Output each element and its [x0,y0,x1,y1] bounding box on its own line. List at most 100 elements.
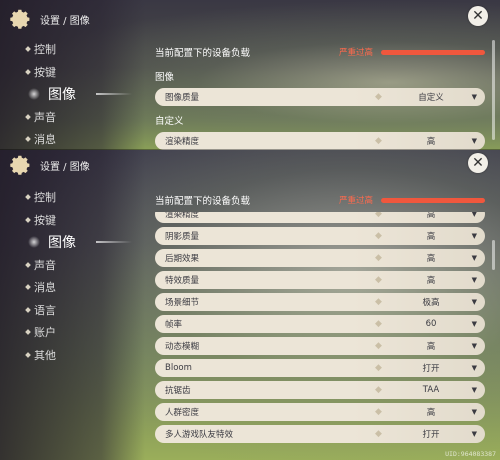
device-load-bar [381,197,485,203]
close-icon[interactable]: ✕ [468,153,488,173]
sidebar-item-language[interactable]: 语言 [25,299,76,322]
sidebar-item-other[interactable]: 其他 [25,344,76,367]
section-title-image: 图像 [155,72,175,83]
scrollbar[interactable] [492,240,495,270]
chevron-down-icon: ▼ [471,386,477,394]
sidebar-item-graphics[interactable]: 图像 [28,83,132,106]
setting-dropdown-row[interactable]: 后期效果 ◆ 高 ▼ [155,249,485,267]
bottom-panel: 设置 / 图像 ✕ 控制 按键 图像 声音 消息 语言 账户 其他 当前配置下的… [0,150,500,460]
setting-value: 打开 [422,364,440,374]
setting-value: 高 [426,212,436,220]
device-load-row: 当前配置下的设备负载 严重过高 [155,190,485,210]
sidebar-nav: 控制 按键 图像 声音 消息 语言 账户 其他 [25,186,132,367]
chevron-down-icon: ▼ [471,320,477,328]
diamond-separator-icon: ◆ [375,275,382,285]
sidebar-item-controls[interactable]: 控制 [25,38,76,61]
settings-content: 当前配置下的设备负载 严重过高 渲染精度 ◆ 高 ▼ 阴影质量 ◆ 高 ▼ 后期效果 ◆ 高 ▼ 特效质… [155,190,485,450]
header: 设置 / 图像 [8,152,90,178]
setting-label: 动态模糊 [165,342,200,352]
setting-value: 高 [426,342,436,352]
setting-dropdown-row[interactable]: 渲染精度 ◆ 高 ▼ [155,212,485,223]
sidebar-item-account[interactable]: 账户 [25,321,76,344]
sidebar-item-sound[interactable]: 声音 [25,106,76,129]
section-title-custom: 自定义 [155,116,184,127]
gear-icon [10,9,30,29]
chevron-down-icon: ▼ [471,212,477,218]
setting-dropdown-row[interactable]: 动态模糊 ◆ 高 ▼ [155,337,485,355]
chevron-down-icon: ▼ [471,364,477,372]
setting-value: TAA [422,385,440,395]
close-icon[interactable]: ✕ [468,6,488,26]
top-panel: 设置 / 图像 ✕ 控制 按键 图像 声音 消息 当前配置下的设备负载 严重过高… [0,0,500,150]
diamond-separator-icon: ◆ [375,429,382,439]
chevron-down-icon: ▼ [471,93,477,101]
diamond-separator-icon: ◆ [375,341,382,351]
chevron-down-icon: ▼ [471,232,477,240]
setting-label: 渲染精度 [165,212,200,220]
setting-label: 抗锯齿 [165,386,191,396]
setting-label: Bloom [165,363,192,373]
sidebar-nav: 控制 按键 图像 声音 消息 [25,38,132,150]
image-quality-dropdown[interactable]: 图像质量 ◆ 自定义 ▼ [155,88,485,106]
chevron-down-icon: ▼ [471,430,477,438]
setting-dropdown-row[interactable]: 多人游戏队友特效 ◆ 打开 ▼ [155,425,485,443]
setting-dropdown-row[interactable]: 抗锯齿 ◆ TAA ▼ [155,381,485,399]
setting-value: 高 [426,254,436,264]
diamond-separator-icon: ◆ [375,136,382,146]
chevron-down-icon: ▼ [471,254,477,262]
uid-label: UID:964083387 [445,450,496,458]
sidebar-item-keys[interactable]: 按键 [25,209,76,232]
device-load-status: 严重过高 [338,196,373,206]
setting-label: 阴影质量 [165,232,200,242]
setting-label: 帧率 [165,320,183,330]
sidebar-item-controls[interactable]: 控制 [25,186,76,209]
setting-dropdown-row[interactable]: 场景细节 ◆ 极高 ▼ [155,293,485,311]
diamond-separator-icon: ◆ [375,319,382,329]
diamond-separator-icon: ◆ [375,92,382,102]
device-load-bar [381,49,485,55]
device-load-row: 当前配置下的设备负载 严重过高 [155,42,485,62]
chevron-down-icon: ▼ [471,298,477,306]
settings-content: 当前配置下的设备负载 严重过高 图像 图像质量 ◆ 自定义 ▼ 自定义 渲染精度… [155,42,485,150]
chevron-down-icon: ▼ [471,408,477,416]
sidebar-item-graphics[interactable]: 图像 [28,231,132,254]
setting-dropdown-row[interactable]: 特效质量 ◆ 高 ▼ [155,271,485,289]
chevron-down-icon: ▼ [471,276,477,284]
device-load-title: 当前配置下的设备负载 [155,48,251,59]
header: 设置 / 图像 [8,6,90,32]
setting-label: 多人游戏队友特效 [165,430,234,440]
diamond-separator-icon: ◆ [375,363,382,373]
setting-dropdown-row[interactable]: Bloom ◆ 打开 ▼ [155,359,485,377]
chevron-down-icon: ▼ [471,137,477,145]
setting-value: 高 [426,276,436,286]
setting-value: 高 [426,232,436,242]
settings-list[interactable]: 渲染精度 ◆ 高 ▼ 阴影质量 ◆ 高 ▼ 后期效果 ◆ 高 ▼ 特效质量 ◆ 高 ▼ 场景细节 ◆ 极高 ▼ 帧率 ◆ 6… [155,212,485,450]
setting-label: 场景细节 [165,298,200,308]
diamond-separator-icon: ◆ [375,385,382,395]
setting-value: 高 [426,408,436,418]
setting-dropdown-row[interactable]: 帧率 ◆ 60 ▼ [155,315,485,333]
breadcrumb: 设置 / 图像 [40,15,90,27]
scrollbar[interactable] [492,40,495,140]
setting-value: 60 [425,319,437,329]
device-load-status: 严重过高 [338,48,373,58]
setting-dropdown-row[interactable]: 人群密度 ◆ 高 ▼ [155,403,485,421]
setting-label: 特效质量 [165,276,200,286]
diamond-separator-icon: ◆ [375,297,382,307]
sidebar-item-messages[interactable]: 消息 [25,128,76,150]
device-load-title: 当前配置下的设备负载 [155,196,251,207]
diamond-separator-icon: ◆ [375,407,382,417]
setting-dropdown-row[interactable]: 阴影质量 ◆ 高 ▼ [155,227,485,245]
setting-label: 人群密度 [165,408,200,418]
diamond-separator-icon: ◆ [375,253,382,263]
diamond-separator-icon: ◆ [375,231,382,241]
sidebar-item-messages[interactable]: 消息 [25,276,76,299]
sidebar-item-sound[interactable]: 声音 [25,254,76,277]
breadcrumb: 设置 / 图像 [40,161,90,173]
gear-icon [10,155,30,175]
setting-value: 极高 [422,298,440,308]
render-precision-dropdown[interactable]: 渲染精度 ◆ 高 ▼ [155,132,485,150]
setting-value: 打开 [422,430,440,440]
sidebar-item-keys[interactable]: 按键 [25,61,76,84]
setting-label: 后期效果 [165,254,200,264]
